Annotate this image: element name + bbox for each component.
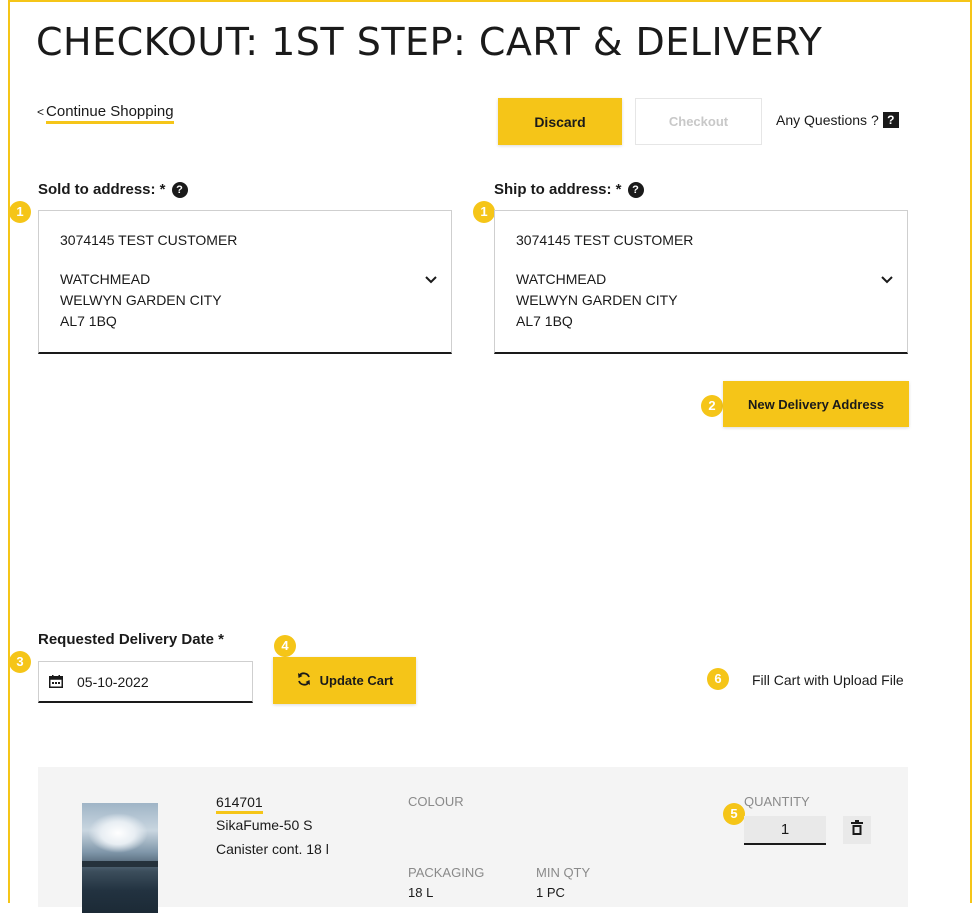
help-icon[interactable]: ? [171,181,188,198]
min-qty-value: 1 PC [536,885,565,900]
any-questions-label: Any Questions ? [776,112,879,128]
trash-icon [851,820,863,840]
ship-to-label: Ship to address: * [494,181,622,198]
sold-to-street: WATCHMEAD [60,271,151,287]
delivery-date-label-group: Requested Delivery Date * [38,631,224,648]
help-icon[interactable]: ? [627,181,644,198]
refresh-icon [296,671,312,690]
delivery-date-value: 05-10-2022 [77,673,149,690]
sold-to-label-group: Sold to address: * ? [38,181,188,198]
ship-to-label-group: Ship to address: * ? [494,181,644,198]
continue-shopping-label: Continue Shopping [46,103,174,124]
step-badge-2: 2 [701,395,723,417]
sold-to-customer-name: 3074145 TEST CUSTOMER [60,232,238,248]
delete-item-button[interactable] [843,816,871,844]
product-sku[interactable]: 614701 [216,794,263,814]
sold-to-label: Sold to address: * [38,181,166,198]
quantity-input[interactable]: 1 [744,816,826,845]
ship-to-postcode: AL7 1BQ [516,313,573,329]
any-questions-link[interactable]: Any Questions ? ? [776,112,899,128]
ship-to-street: WATCHMEAD [516,271,607,287]
step-badge-5: 5 [723,803,745,825]
step-badge-1b: 1 [473,201,495,223]
sold-to-postcode: AL7 1BQ [60,313,117,329]
product-image [82,803,158,913]
packaging-label: PACKAGING [408,865,485,880]
update-cart-label: Update Cart [319,673,394,688]
sold-to-address-select[interactable]: 3074145 TEST CUSTOMER WATCHMEAD WELWYN G… [38,210,452,354]
fill-cart-upload-link[interactable]: Fill Cart with Upload File [752,672,904,688]
ship-to-customer-name: 3074145 TEST CUSTOMER [516,232,694,248]
cart-item-panel: 614701 SikaFume-50 S Canister cont. 18 l… [38,767,908,913]
colour-label: COLOUR [408,794,464,809]
delivery-date-label: Requested Delivery Date * [38,631,224,648]
quantity-label: QUANTITY [744,794,810,809]
chevron-left-icon: < [37,105,45,119]
checkout-button[interactable]: Checkout [635,98,762,145]
delivery-date-input[interactable]: 05-10-2022 [38,661,253,703]
product-name: SikaFume-50 S [216,817,313,833]
step-badge-3: 3 [9,651,31,673]
step-badge-1: 1 [9,201,31,223]
step-badge-6: 6 [707,668,729,690]
product-description: Canister cont. 18 l [216,841,329,857]
packaging-value: 18 L [408,885,434,900]
discard-button[interactable]: Discard [498,98,622,145]
page-title: CHECKOUT: 1ST STEP: CART & DELIVERY [36,20,823,64]
sold-to-city: WELWYN GARDEN CITY [60,292,222,308]
min-qty-label: MIN QTY [536,865,591,880]
continue-shopping-link[interactable]: < Continue Shopping [37,103,174,124]
question-icon: ? [882,112,899,128]
chevron-down-icon [425,273,437,287]
ship-to-city: WELWYN GARDEN CITY [516,292,678,308]
chevron-down-icon [881,273,893,287]
calendar-icon [49,675,63,688]
step-badge-4: 4 [274,635,296,657]
new-delivery-address-button[interactable]: New Delivery Address [723,381,909,427]
ship-to-address-select[interactable]: 3074145 TEST CUSTOMER WATCHMEAD WELWYN G… [494,210,908,354]
update-cart-button[interactable]: Update Cart [273,657,416,704]
